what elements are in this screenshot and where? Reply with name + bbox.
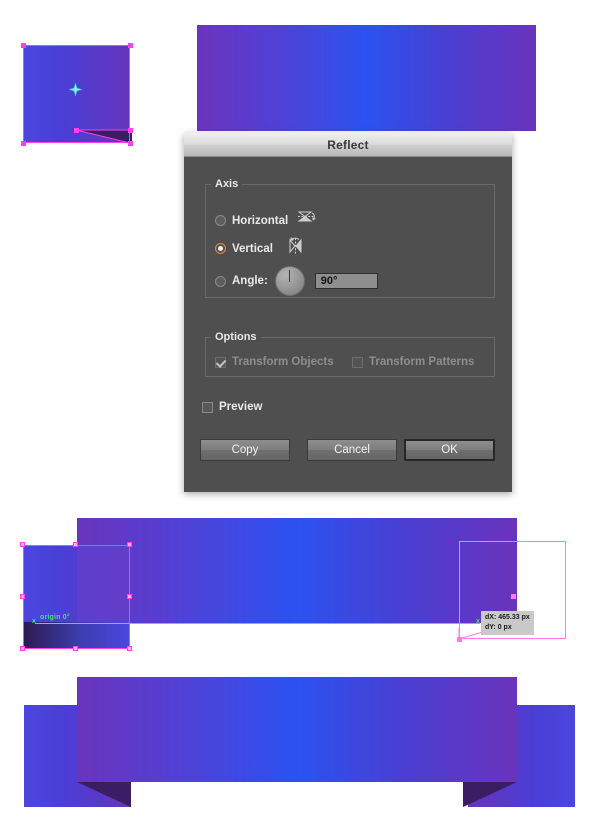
checkbox-transform-patterns [352,356,363,368]
anchor-point[interactable] [128,128,133,133]
tooltip-dy: dY: 0 px [485,623,512,631]
checkbox-transform-patterns-label: Transform Patterns [369,356,475,368]
radio-horizontal[interactable] [215,215,226,226]
reflected-preview-diagonal [458,622,514,640]
axis-option-horizontal[interactable]: Horizontal [215,209,317,232]
checkbox-preview[interactable] [202,401,213,413]
artboard-step-1 [0,0,600,150]
axis-option-vertical[interactable]: Vertical [215,237,307,260]
artboard-step-2: origin 0° x x x dX: 465.33 px dY: 0 px [0,510,600,660]
axis-option-angle[interactable]: Angle: 90° [215,266,378,296]
angle-input[interactable]: 90° [314,273,378,289]
option-transform-patterns: Transform Patterns [352,356,474,368]
reflect-horizontal-icon [297,209,317,232]
ghost-anchor-point [511,594,516,599]
checkbox-preview-label: Preview [219,401,263,413]
anchor-point[interactable] [21,141,26,146]
ribbon-main-band[interactable] [77,677,517,782]
reflect-dialog[interactable]: Reflect Axis Horizontal Vertical Angle: … [184,133,512,492]
ribbon-left-notch-shadow [77,782,131,807]
ghost-anchor-point [457,637,462,642]
artboard-step-3 [0,665,600,834]
checkbox-transform-objects-label: Transform Objects [232,356,334,368]
reflect-vertical-icon [287,237,307,260]
measurement-tooltip: dX: 465.33 px dY: 0 px [481,611,534,635]
angle-dial-icon[interactable] [274,266,305,296]
anchor-point[interactable] [21,43,26,48]
tooltip-dx: dX: 465.33 px [485,614,530,621]
option-preview[interactable]: Preview [202,401,262,413]
radio-horizontal-label: Horizontal [232,214,289,227]
options-group: Options [205,331,495,377]
selection-path-diagonal [75,129,131,144]
anchor-point[interactable] [74,128,79,133]
ribbon-right-notch-shadow [463,782,517,807]
axis-group-legend: Axis [215,178,239,190]
anchor-point[interactable] [128,141,133,146]
options-group-legend: Options [215,331,257,343]
radio-vertical[interactable] [215,243,226,254]
screenshot-stage: origin 0° x x x dX: 465.33 px dY: 0 px [0,0,600,834]
cancel-button[interactable]: Cancel [307,439,397,461]
dialog-title: Reflect [327,137,369,152]
copy-button[interactable]: Copy [200,439,290,461]
radio-angle-label: Angle: [232,275,268,287]
radio-vertical-label: Vertical [232,242,273,255]
radio-angle[interactable] [215,275,226,287]
checkbox-transform-objects [215,356,226,368]
reflect-origin-cursor-icon [69,83,82,96]
ok-button[interactable]: OK [404,439,495,461]
dialog-titlebar[interactable]: Reflect [184,133,512,157]
anchor-point[interactable] [128,43,133,48]
option-transform-objects: Transform Objects [215,356,334,368]
